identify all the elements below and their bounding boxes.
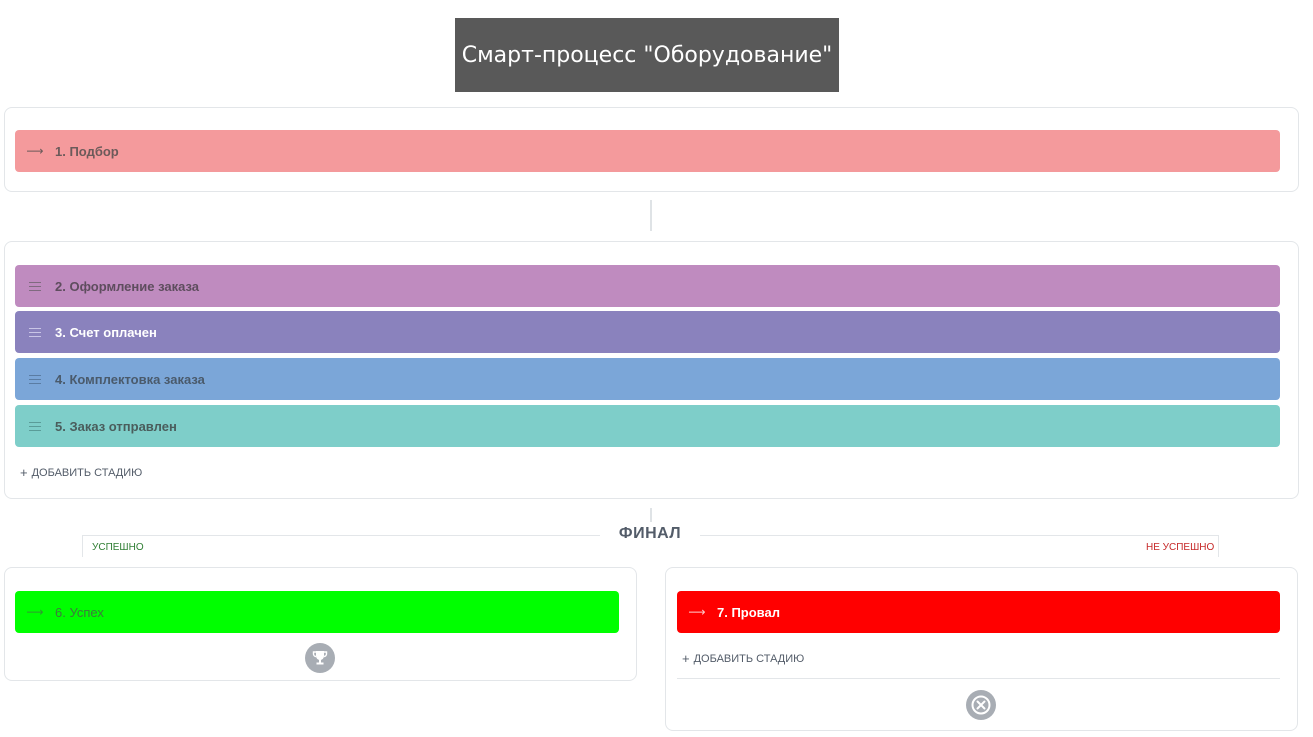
page-title: Смарт-процесс "Оборудование" [455,18,839,92]
stage-4-komplektovka-zakaza[interactable]: 4. Комплектовка заказа [15,358,1280,400]
stage-label: 5. Заказ отправлен [55,418,177,434]
plus-icon: + [20,465,28,480]
arrow-right-icon: ⟶ [26,605,44,619]
stage-label: 2. Оформление заказа [55,278,200,294]
stage-label: 4. Комплектовка заказа [55,371,205,387]
stage-label: 3. Счет оплачен [55,324,157,340]
stage-1-podbor[interactable]: ⟶ 1. Подбор [15,130,1280,172]
plus-icon: + [682,651,690,666]
fail-label: НЕ УСПЕШНО [1146,542,1215,553]
stage-label: 7. Провал [717,604,780,620]
arrow-right-icon: ⟶ [688,605,706,619]
connector-line [650,508,652,522]
success-label: УСПЕШНО [92,542,144,553]
trophy-icon [305,643,335,673]
drag-handle-icon[interactable] [28,281,42,291]
add-stage-label: ДОБАВИТЬ СТАДИЮ [693,652,805,665]
stage-2-oformlenie-zakaza[interactable]: 2. Оформление заказа [15,265,1280,307]
final-title: ФИНАЛ [600,525,700,543]
fail-bracket [698,535,1219,557]
success-bracket [82,535,602,557]
close-circle-icon [966,690,996,720]
add-stage-button[interactable]: + ДОБАВИТЬ СТАДИЮ [20,465,142,480]
stage-label: 6. Успех [55,604,104,620]
connector-line [650,200,652,231]
stage-3-schet-oplachen[interactable]: 3. Счет оплачен [15,311,1280,353]
stage-7-proval[interactable]: ⟶ 7. Провал [677,591,1280,633]
stage-label: 1. Подбор [55,143,119,159]
arrow-right-icon: ⟶ [26,144,44,158]
fail-panel-divider [677,678,1280,679]
drag-handle-icon[interactable] [28,327,42,337]
fail-add-stage-button[interactable]: + ДОБАВИТЬ СТАДИЮ [682,651,804,666]
drag-handle-icon[interactable] [28,374,42,384]
stage-5-zakaz-otpravlen[interactable]: 5. Заказ отправлен [15,405,1280,447]
stage-6-uspekh[interactable]: ⟶ 6. Успех [15,591,619,633]
add-stage-label: ДОБАВИТЬ СТАДИЮ [31,466,143,479]
drag-handle-icon[interactable] [28,421,42,431]
